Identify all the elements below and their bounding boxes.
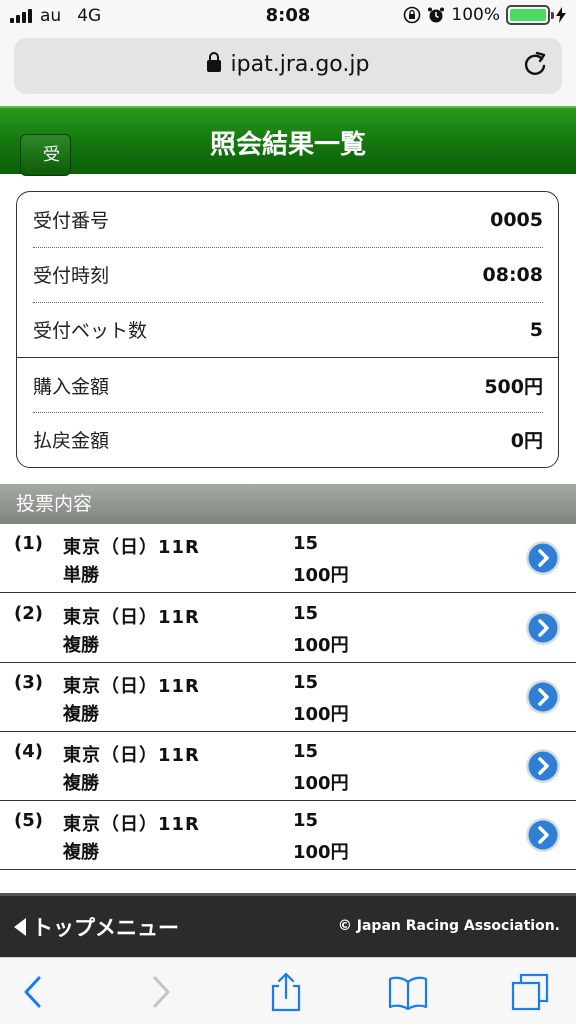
summary-row-receipt-number: 受付番号 0005	[33, 192, 543, 247]
bet-type: 単勝	[63, 565, 99, 586]
page-title: 照会結果一覧	[209, 130, 366, 160]
summary-value: 5	[529, 318, 543, 341]
page-header: 受付番号 照会結果一覧	[0, 106, 576, 285]
summary-label: 受付番号	[33, 210, 110, 232]
status-bar: au 4G 8:08 100%	[0, 0, 576, 34]
bet-type: 複勝	[63, 635, 99, 656]
back-icon[interactable]	[14, 972, 54, 1012]
bet-amount: 100円	[293, 565, 349, 586]
address-bar[interactable]: ipat.jra.go.jp	[14, 38, 562, 94]
top-menu-label: トップメニュー	[32, 916, 179, 940]
section-header-bet-contents: 投票内容	[0, 484, 576, 524]
forward-icon[interactable]	[140, 972, 180, 1012]
bet-race: 東京（日）11R	[63, 537, 200, 558]
summary-card: 受付番号 0005 受付時刻 08:08 受付ベット数 5 購入金額 500円 …	[16, 191, 559, 468]
summary-value: 0円	[510, 430, 543, 452]
bet-number: (4)	[14, 741, 43, 762]
summary-row-payout-amount: 払戻金額 0円	[33, 412, 543, 467]
share-icon[interactable]	[266, 972, 306, 1012]
bet-horse-number: 15	[293, 810, 319, 831]
tabs-icon[interactable]	[510, 972, 550, 1012]
chevron-right-circle-icon[interactable]	[525, 540, 561, 576]
bet-type: 複勝	[63, 773, 99, 794]
battery-percent: 100%	[451, 5, 500, 25]
bet-type: 複勝	[63, 842, 99, 863]
battery-icon	[506, 5, 554, 25]
summary-label: 購入金額	[33, 376, 110, 398]
bookmarks-icon[interactable]	[388, 972, 428, 1012]
top-menu-link[interactable]: トップメニュー	[14, 912, 179, 942]
page-footer: トップメニュー © Japan Racing Association.	[0, 893, 576, 957]
triangle-left-icon	[14, 918, 26, 936]
bet-race: 東京（日）11R	[63, 814, 200, 835]
summary-label: 受付時刻	[33, 265, 110, 287]
lock-icon	[206, 52, 221, 72]
bet-number: (2)	[14, 603, 43, 624]
bet-row[interactable]: (3) 東京（日）11R 複勝 15 100円	[0, 663, 576, 732]
url-area: ipat.jra.go.jp	[0, 34, 576, 106]
bet-race: 東京（日）11R	[63, 745, 200, 766]
bet-amount: 100円	[293, 704, 349, 725]
browser-toolbar	[0, 957, 576, 1024]
summary-row-purchase-amount: 購入金額 500円	[33, 358, 543, 413]
bet-horse-number: 15	[293, 741, 319, 762]
bet-horse-number: 15	[293, 672, 319, 693]
reload-icon[interactable]	[520, 50, 550, 80]
bet-number: (5)	[14, 810, 43, 831]
summary-value: 0005	[490, 208, 543, 231]
bet-race: 東京（日）11R	[63, 676, 200, 697]
summary-label: 払戻金額	[33, 430, 110, 452]
summary-row-receipt-time: 受付時刻 08:08	[33, 247, 543, 302]
status-right: 100%	[403, 5, 566, 25]
chevron-right-circle-icon[interactable]	[525, 817, 561, 853]
bet-number: (1)	[14, 533, 43, 554]
chevron-right-circle-icon[interactable]	[525, 610, 561, 646]
bet-row[interactable]: (4) 東京（日）11R 複勝 15 100円	[0, 732, 576, 801]
bet-number: (3)	[14, 672, 43, 693]
url-display[interactable]: ipat.jra.go.jp	[14, 52, 562, 77]
bet-amount: 100円	[293, 773, 349, 794]
bet-amount: 100円	[293, 635, 349, 656]
chevron-right-circle-icon[interactable]	[525, 679, 561, 715]
copyright-text: © Japan Racing Association.	[337, 918, 560, 934]
bet-amount: 100円	[293, 842, 349, 863]
url-text: ipat.jra.go.jp	[230, 52, 370, 77]
bet-row[interactable]: (1) 東京（日）11R 単勝 15 100円	[0, 524, 576, 593]
summary-label: 受付ベット数	[33, 320, 148, 342]
bet-row[interactable]: (5) 東京（日）11R 複勝 15 100円	[0, 801, 576, 870]
charging-icon	[556, 7, 566, 23]
bet-race: 東京（日）11R	[63, 607, 200, 628]
chevron-right-circle-icon[interactable]	[525, 748, 561, 784]
bet-horse-number: 15	[293, 533, 319, 554]
alarm-icon	[428, 7, 445, 23]
summary-value: 500円	[484, 376, 543, 398]
summary-value: 08:08	[482, 263, 543, 286]
summary-row-bet-count: 受付ベット数 5	[33, 302, 543, 357]
bet-type: 複勝	[63, 704, 99, 725]
orientation-lock-icon	[404, 6, 421, 24]
bet-row[interactable]: (2) 東京（日）11R 複勝 15 100円	[0, 594, 576, 663]
bet-horse-number: 15	[293, 603, 319, 624]
